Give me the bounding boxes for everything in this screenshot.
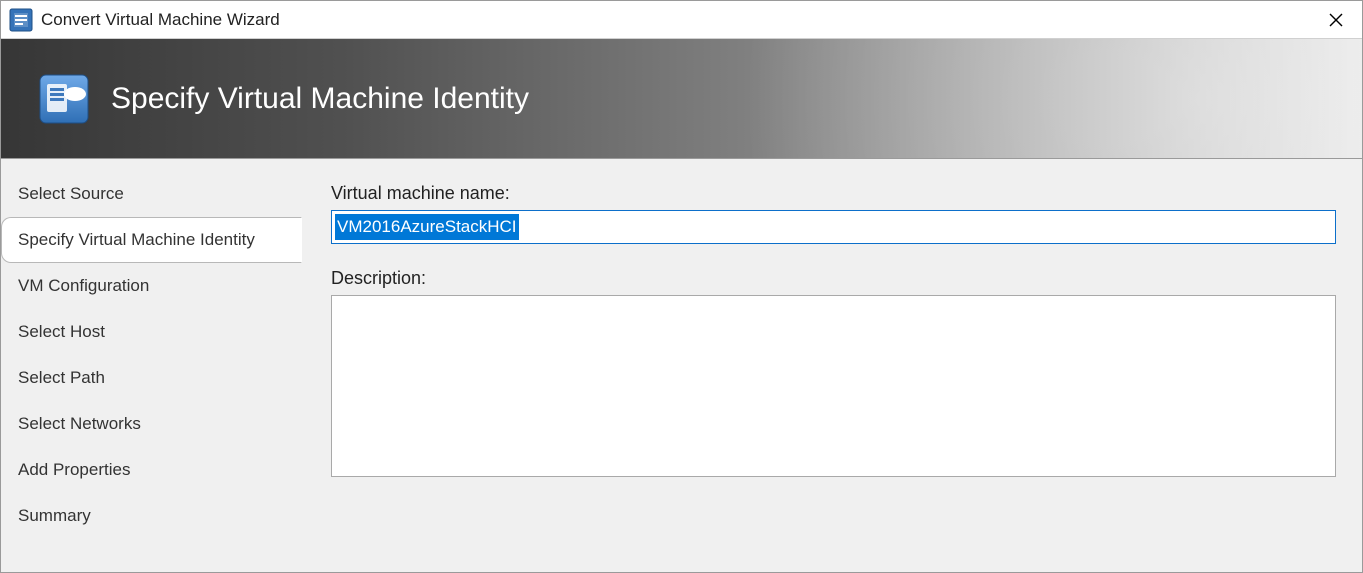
description-textarea[interactable] xyxy=(331,295,1336,477)
wizard-banner: Specify Virtual Machine Identity xyxy=(1,39,1362,159)
sidebar-item-vm-configuration[interactable]: VM Configuration xyxy=(1,263,302,309)
sidebar-item-add-properties[interactable]: Add Properties xyxy=(1,447,302,493)
sidebar-item-label: Select Path xyxy=(18,368,105,387)
wizard-content: Virtual machine name: VM2016AzureStackHC… xyxy=(301,159,1362,572)
sidebar-item-label: Select Networks xyxy=(18,414,141,433)
wizard-step-title: Specify Virtual Machine Identity xyxy=(111,82,529,116)
vm-name-row: Virtual machine name: VM2016AzureStackHC… xyxy=(331,183,1336,244)
sidebar-item-select-path[interactable]: Select Path xyxy=(1,355,302,401)
wizard-window: Convert Virtual Machine Wizard xyxy=(0,0,1363,573)
wizard-steps-sidebar: Select Source Specify Virtual Machine Id… xyxy=(1,159,301,572)
vm-name-input[interactable]: VM2016AzureStackHCI xyxy=(331,210,1336,244)
sidebar-item-label: Specify Virtual Machine Identity xyxy=(18,230,255,249)
window-title: Convert Virtual Machine Wizard xyxy=(41,10,1316,30)
vm-name-label: Virtual machine name: xyxy=(331,183,1336,204)
wizard-body: Select Source Specify Virtual Machine Id… xyxy=(1,159,1362,572)
sidebar-item-label: Summary xyxy=(18,506,91,525)
sidebar-item-summary[interactable]: Summary xyxy=(1,493,302,539)
vm-cloud-icon xyxy=(37,72,91,126)
description-row: Description: xyxy=(331,268,1336,482)
sidebar-item-label: VM Configuration xyxy=(18,276,149,295)
title-bar: Convert Virtual Machine Wizard xyxy=(1,1,1362,39)
sidebar-item-label: Add Properties xyxy=(18,460,130,479)
description-label: Description: xyxy=(331,268,1336,289)
sidebar-item-specify-vm-identity[interactable]: Specify Virtual Machine Identity xyxy=(1,217,302,263)
vm-name-value: VM2016AzureStackHCI xyxy=(335,214,519,240)
close-button[interactable] xyxy=(1316,5,1356,35)
sidebar-item-select-networks[interactable]: Select Networks xyxy=(1,401,302,447)
sidebar-item-label: Select Source xyxy=(18,184,124,203)
sidebar-item-select-host[interactable]: Select Host xyxy=(1,309,302,355)
app-icon xyxy=(9,8,33,32)
sidebar-item-label: Select Host xyxy=(18,322,105,341)
sidebar-item-select-source[interactable]: Select Source xyxy=(1,171,302,217)
close-icon xyxy=(1328,12,1344,28)
